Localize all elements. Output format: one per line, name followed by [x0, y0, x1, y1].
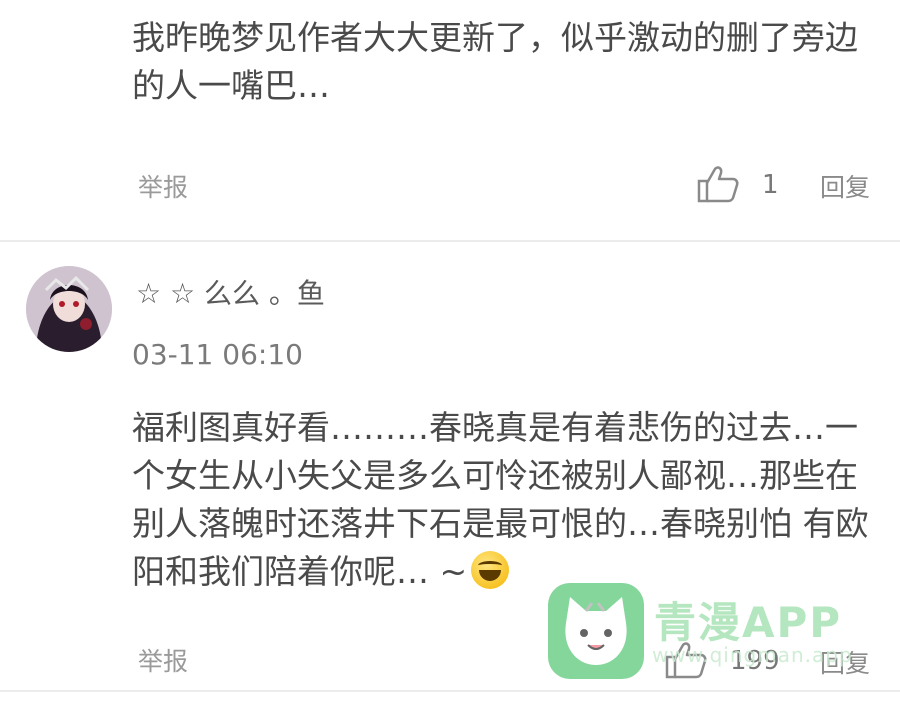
watermark-url: www.qingman.app: [652, 643, 853, 667]
report-button[interactable]: 举报: [138, 642, 188, 678]
watermark-title: 青漫APP: [654, 598, 843, 647]
reply-button[interactable]: 回复: [820, 168, 870, 204]
cat-logo-icon: [548, 583, 644, 679]
avatar[interactable]: [26, 266, 112, 352]
thumbs-up-icon[interactable]: [696, 164, 740, 204]
comment-time: 03-11 06:10: [132, 338, 303, 371]
report-button[interactable]: 举报: [138, 168, 188, 204]
username[interactable]: ☆ ☆ 么么 。鱼: [136, 272, 325, 312]
divider: [0, 690, 900, 692]
comment-item: 我昨晚梦见作者大大更新了，似乎激动的删了旁边的人一嘴巴… 举报 1 回复: [0, 0, 900, 240]
grinning-squinting-face-icon: [471, 551, 510, 589]
comment-text-block: 福利图真好看………春晓真是有着悲伤的过去…一个女生从小失父是多么可怜还被别人鄙视…: [132, 404, 884, 596]
app-watermark: 青漫APP www.qingman.app: [548, 583, 888, 683]
like-count: 1: [762, 170, 779, 200]
comment-text: 我昨晚梦见作者大大更新了，似乎激动的删了旁边的人一嘴巴…: [132, 18, 858, 105]
